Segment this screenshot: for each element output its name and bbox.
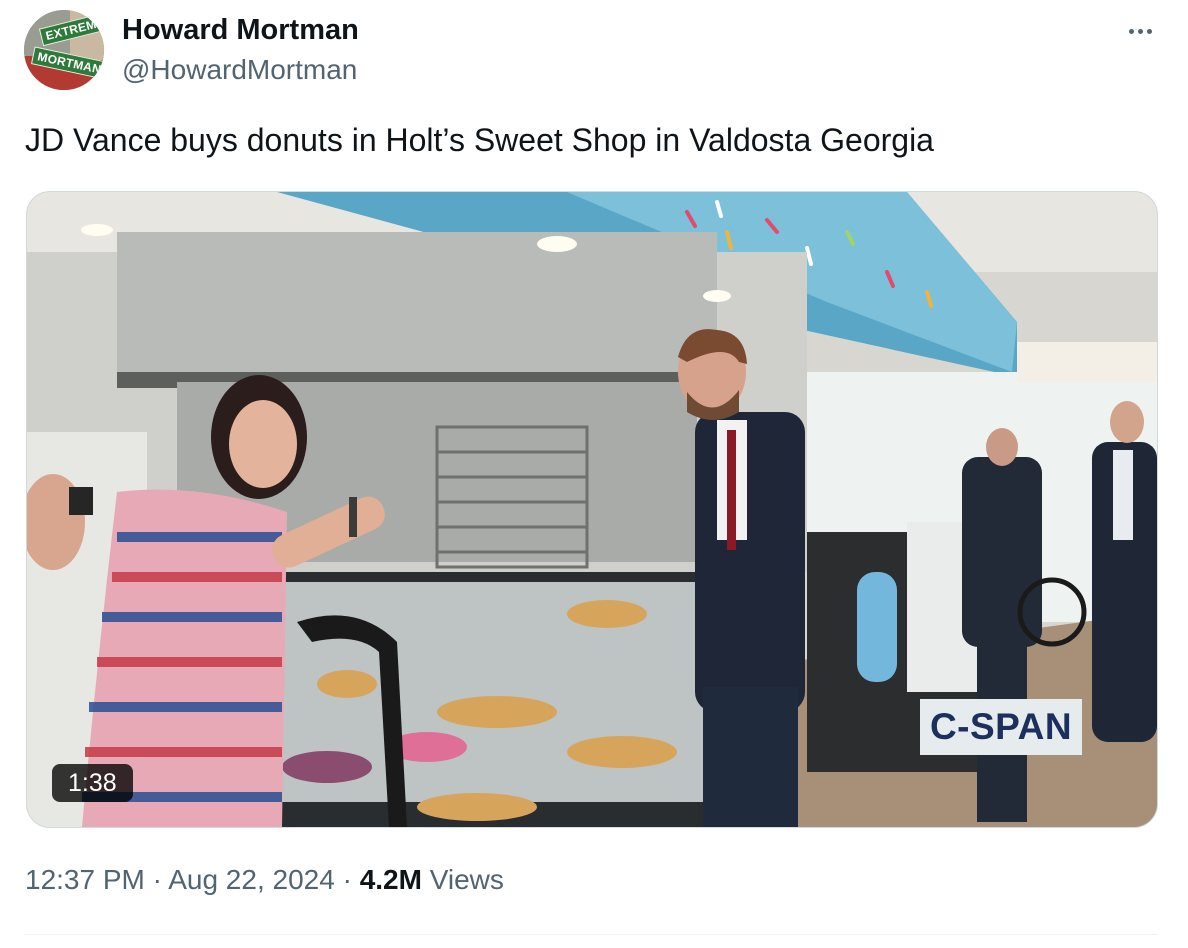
- tweet-time[interactable]: 12:37 PM: [25, 864, 145, 895]
- author-display-name[interactable]: Howard Mortman: [122, 14, 359, 47]
- views-count: 4.2M: [359, 864, 422, 895]
- more-options-button[interactable]: [1122, 16, 1158, 46]
- more-options-icon-dot: [1137, 28, 1143, 34]
- meta-separator: ·: [152, 864, 162, 895]
- video-player[interactable]: 1:38 C-SPAN: [26, 191, 1158, 828]
- video-duration-badge: 1:38: [52, 764, 133, 802]
- author-handle[interactable]: @HowardMortman: [122, 54, 357, 86]
- avatar[interactable]: EXTREME MORTMAN: [24, 10, 104, 90]
- more-options-icon-dot: [1146, 28, 1152, 34]
- meta-separator: ·: [342, 864, 352, 895]
- tweet-text: JD Vance buys donuts in Holt’s Sweet Sho…: [25, 122, 934, 158]
- views-count-link[interactable]: 4.2M Views: [360, 864, 504, 895]
- divider: [24, 934, 1158, 935]
- views-label: Views: [429, 864, 504, 895]
- tweet-meta: 12:37 PM · Aug 22, 2024 · 4.2M Views: [25, 864, 504, 896]
- tweet-date[interactable]: Aug 22, 2024: [168, 864, 335, 895]
- more-options-icon: [1128, 28, 1134, 34]
- cspan-watermark: C-SPAN: [920, 699, 1082, 755]
